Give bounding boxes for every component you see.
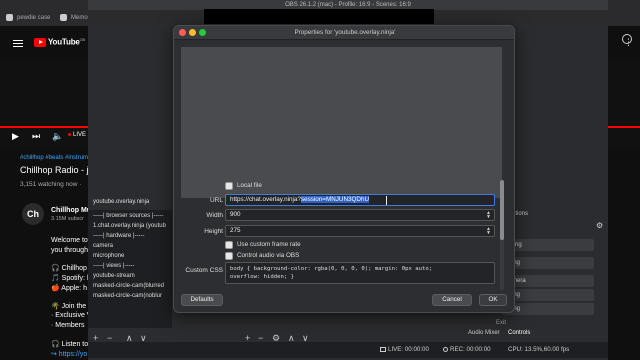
- selected-source-name: youtube.overlay.ninja: [93, 199, 150, 205]
- watching-count: 3,151 watching now ·: [20, 181, 82, 188]
- source-item[interactable]: -----| browser sources |-----: [93, 213, 163, 219]
- control-audio-label: Control audio via OBS: [237, 252, 300, 259]
- video-hashtags[interactable]: #chillhop #beats #instrume: [20, 155, 91, 161]
- cpu-status: CPU: 13.5%,60.00 fps: [508, 346, 570, 353]
- url-label: URL: [209, 197, 223, 204]
- control-row[interactable]: mera: [502, 275, 594, 287]
- exit-button[interactable]: Exit: [496, 320, 506, 326]
- width-input[interactable]: 900 ▲ ▼: [225, 209, 495, 221]
- tab-controls[interactable]: Controls: [508, 330, 530, 336]
- youtube-logo-icon[interactable]: [34, 38, 46, 47]
- tab-label: pewdie case: [17, 15, 51, 21]
- transitions-header: itions: [514, 211, 529, 217]
- source-item[interactable]: camera: [93, 243, 113, 249]
- stepper-icon[interactable]: ▲ ▼: [486, 227, 491, 236]
- height-input[interactable]: 275 ▲ ▼: [225, 225, 495, 237]
- browser-tab[interactable]: Memo: [60, 11, 88, 25]
- description-line: 🍎 Apple: h: [51, 285, 87, 292]
- youtube-logo-text[interactable]: YouTubeGB: [48, 37, 85, 47]
- url-input[interactable]: https://chat.overlay.ninja?session=MNJUN…: [225, 194, 495, 206]
- source-item[interactable]: -----| hardware |-----: [93, 233, 144, 239]
- defaults-button[interactable]: Defaults: [181, 294, 223, 306]
- custom-frame-rate-label: Use custom frame rate: [237, 241, 301, 248]
- description-line: · Exclusive V: [51, 312, 92, 319]
- description-line: 🎵 Spotify: h: [51, 275, 91, 282]
- obs-preview: [204, 9, 434, 24]
- text-cursor-icon: [386, 196, 388, 205]
- custom-css-input[interactable]: body { background-color: rgba(0, 0, 0, 0…: [225, 262, 495, 284]
- description-line: you through: [51, 247, 88, 254]
- control-row[interactable]: ing: [502, 289, 594, 301]
- control-audio-checkbox[interactable]: [225, 252, 233, 260]
- ok-button[interactable]: OK: [479, 294, 507, 306]
- source-item[interactable]: masked-circle-cam(noblur: [93, 293, 162, 299]
- cancel-button[interactable]: Cancel: [432, 294, 472, 306]
- source-item[interactable]: 1.chat.overlay.ninja (youtub: [93, 223, 166, 229]
- rec-icon: [443, 346, 448, 352]
- source-item[interactable]: -----| views |-----: [93, 263, 134, 269]
- browser-tab[interactable]: pewdie case: [6, 11, 50, 25]
- local-file-checkbox[interactable]: [225, 182, 233, 190]
- source-item[interactable]: masked-circle-cam(blurred: [93, 283, 164, 289]
- scrollbar-thumb[interactable]: [500, 180, 504, 240]
- local-file-label: Local file: [237, 182, 262, 189]
- source-item[interactable]: microphone: [93, 253, 124, 259]
- height-label: Height: [204, 228, 223, 235]
- description-line: Welcome to t: [51, 237, 92, 244]
- channel-subscribers: 3.15M subscr: [51, 216, 85, 222]
- url-selection: session=MNJUN3QDhU: [300, 196, 370, 203]
- custom-frame-rate-checkbox[interactable]: [225, 241, 233, 249]
- live-indicator[interactable]: LIVE: [68, 132, 86, 138]
- properties-dialog: Properties for 'youtube.overlay.ninja' L…: [173, 25, 515, 313]
- description-line: 🎧 Chillhop: [51, 265, 87, 272]
- custom-css-label: Custom CSS: [185, 267, 223, 274]
- play-icon[interactable]: ▶: [12, 131, 19, 141]
- description-line: 🎧 Listen to: [51, 341, 89, 348]
- channel-avatar[interactable]: Ch: [22, 203, 44, 225]
- source-preview: [181, 47, 502, 198]
- menu-icon[interactable]: [13, 40, 23, 47]
- volume-icon[interactable]: 🔈: [52, 131, 63, 141]
- dialog-title: Properties for 'youtube.overlay.ninja': [294, 29, 396, 36]
- css-line: body { background-color: rgba(0, 0, 0, 0…: [230, 266, 433, 272]
- control-row[interactable]: ting: [502, 239, 594, 251]
- live-status: LIVE: 00:00:00: [380, 346, 429, 353]
- tab-label: Memo: [71, 15, 88, 21]
- account-icon[interactable]: [622, 34, 632, 44]
- rec-status: REC: 00:00:00: [443, 346, 491, 353]
- tab-favicon-icon: [6, 13, 13, 21]
- next-icon[interactable]: ⏭: [32, 131, 40, 141]
- video-title: Chillhop Radio - jaz: [20, 165, 99, 175]
- live-dot-icon: [68, 132, 71, 136]
- control-row[interactable]: ing: [502, 303, 594, 315]
- description-line: 🌴 Join the C: [51, 303, 94, 310]
- css-line: overflow: hidden; }: [230, 273, 294, 280]
- stepper-icon[interactable]: ▲ ▼: [486, 211, 491, 220]
- live-icon: [380, 346, 386, 352]
- tab-favicon-icon: [60, 13, 67, 21]
- control-row[interactable]: ing: [502, 257, 594, 269]
- width-label: Width: [206, 212, 223, 219]
- gear-icon[interactable]: ⚙: [596, 221, 603, 230]
- description-line: · Members: [51, 322, 85, 329]
- description-link[interactable]: ↪ https://yo: [51, 350, 87, 358]
- source-item[interactable]: youtube-stream: [93, 273, 135, 279]
- tab-audio-mixer[interactable]: Audio Mixer: [468, 330, 500, 336]
